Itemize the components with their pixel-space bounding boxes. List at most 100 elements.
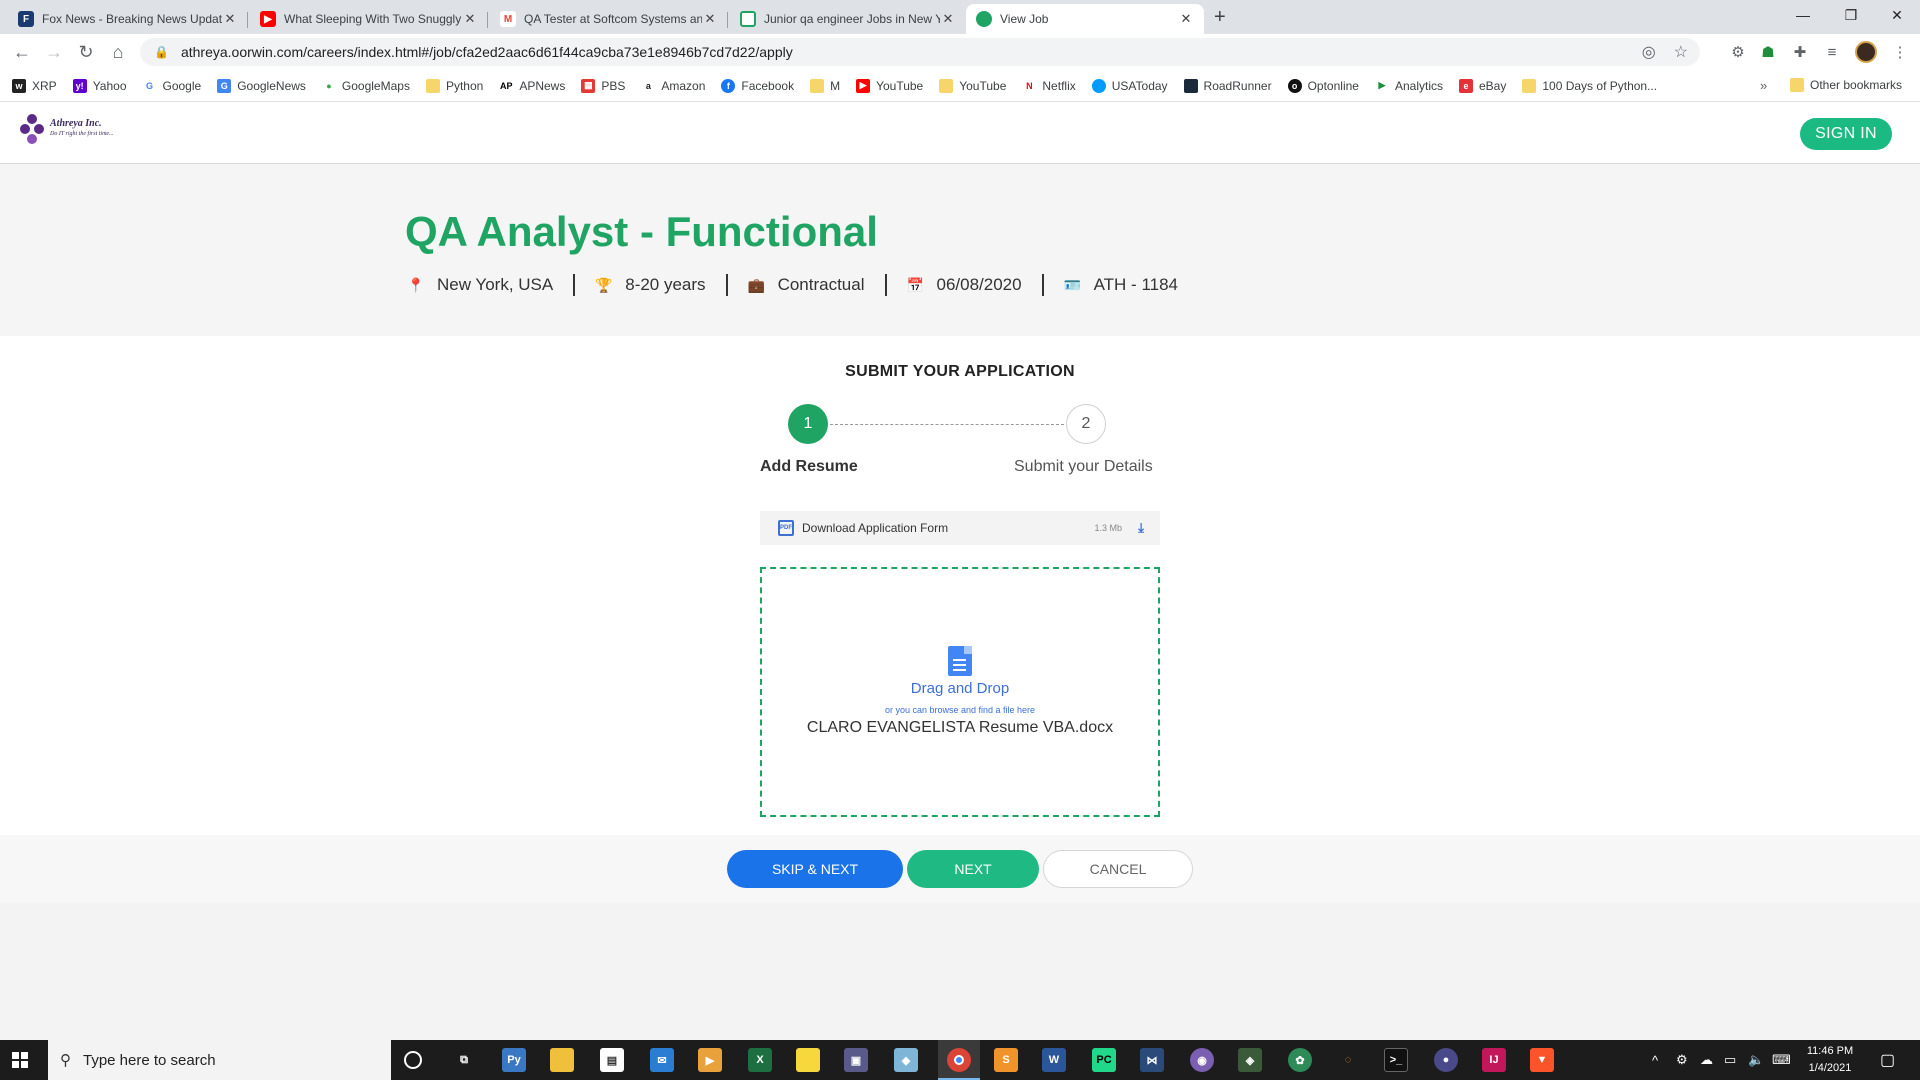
next-button[interactable]: NEXT — [907, 850, 1039, 888]
back-icon[interactable]: ← — [10, 40, 34, 64]
new-tab-button[interactable]: + — [1214, 6, 1226, 29]
bookmark-xrp[interactable]: w XRP — [12, 78, 57, 93]
terminal-icon[interactable]: >_ — [1384, 1048, 1408, 1072]
puzzle-icon[interactable]: ✚ — [1790, 42, 1810, 62]
bookmark-analytics[interactable]: ▶ Analytics — [1374, 78, 1443, 93]
network-icon[interactable]: ▭ — [1724, 1040, 1736, 1080]
app-icon[interactable]: ◉ — [1190, 1048, 1214, 1072]
bookmark-pbs[interactable]: ▦ PBS — [581, 78, 625, 93]
reload-icon[interactable]: ↻ — [74, 40, 98, 64]
bookmark-googlenews[interactable]: G GoogleNews — [217, 78, 306, 93]
jupyter-icon[interactable]: ◌ — [1336, 1048, 1360, 1072]
bookmarks-overflow-icon[interactable]: » — [1760, 78, 1767, 93]
skip-and-next-button[interactable]: SKIP & NEXT — [727, 850, 903, 888]
bookmark-google[interactable]: G Google — [142, 78, 202, 93]
excel-icon[interactable]: X — [748, 1048, 772, 1072]
notification-icon[interactable]: ▢ — [1880, 1040, 1895, 1080]
bookmark-label: YouTube — [876, 78, 924, 93]
company-logo[interactable]: Athreya Inc. Do IT right the first time.… — [18, 112, 114, 146]
app-icon[interactable]: ✿ — [1288, 1048, 1312, 1072]
bookmark-label: Google — [162, 78, 202, 93]
sticky-notes-icon[interactable] — [796, 1048, 820, 1072]
close-window-icon[interactable]: ✕ — [1874, 0, 1920, 30]
cortana-icon[interactable] — [404, 1051, 422, 1069]
profile-avatar[interactable] — [1855, 41, 1877, 63]
browser-tab[interactable]: F Fox News - Breaking News Update ✕ — [8, 4, 248, 34]
bookmark-apnews[interactable]: AP APNews — [499, 78, 565, 93]
visual-studio-icon[interactable]: ⋈ — [1140, 1048, 1164, 1072]
onedrive-icon[interactable]: ☁ — [1700, 1040, 1713, 1080]
volume-icon[interactable]: 🔈 — [1748, 1040, 1764, 1080]
media-player-icon[interactable]: ▶ — [698, 1048, 722, 1072]
download-application-form[interactable]: PDF Download Application Form 1.3 Mb ⤓ — [760, 511, 1160, 545]
media-icon[interactable]: ≡ — [1822, 42, 1842, 62]
intellij-icon[interactable]: IJ — [1482, 1048, 1506, 1072]
chrome-icon[interactable] — [947, 1048, 971, 1072]
mail-icon[interactable]: ✉ — [650, 1048, 674, 1072]
browser-tab[interactable]: ▶ What Sleeping With Two Snuggly ✕ — [250, 4, 488, 34]
word-icon[interactable]: W — [1042, 1048, 1066, 1072]
home-icon[interactable]: ⌂ — [106, 40, 130, 64]
bookmark-googlemaps[interactable]: ● GoogleMaps — [321, 78, 410, 93]
sign-in-button[interactable]: SIGN IN — [1800, 118, 1892, 150]
menu-icon[interactable]: ⋮ — [1890, 42, 1910, 62]
bookmark-usatoday[interactable]: USAToday — [1091, 78, 1168, 93]
usatoday-icon — [1091, 78, 1106, 93]
cancel-button[interactable]: CANCEL — [1043, 850, 1193, 888]
resume-dropzone[interactable]: Drag and Drop or you can browse and find… — [760, 567, 1160, 817]
taskbar-clock[interactable]: 11:46 PM 1/4/2021 — [1800, 1043, 1860, 1077]
bookmark-facebook[interactable]: f Facebook — [721, 78, 794, 93]
folder-icon — [1522, 78, 1537, 93]
bookmark-youtube-folder[interactable]: YouTube — [939, 78, 1006, 93]
close-tab-icon[interactable]: ✕ — [940, 11, 956, 27]
python-app-icon[interactable]: Py — [502, 1048, 526, 1072]
extension-icon[interactable]: ☗ — [1758, 42, 1778, 62]
bookmark-netflix[interactable]: N Netflix — [1022, 78, 1076, 93]
bookmark-m[interactable]: M — [810, 78, 840, 93]
dropzone-title[interactable]: Drag and Drop — [762, 680, 1158, 697]
store-icon[interactable]: ▤ — [600, 1048, 624, 1072]
app-icon[interactable]: ▣ — [844, 1048, 868, 1072]
app-icon[interactable]: ◆ — [894, 1048, 918, 1072]
sublime-icon[interactable]: S — [994, 1048, 1018, 1072]
bookmark-ebay[interactable]: e eBay — [1459, 78, 1506, 93]
close-tab-icon[interactable]: ✕ — [1178, 11, 1194, 27]
taskbar-search[interactable]: ⚲ Type here to search — [48, 1040, 391, 1080]
bookmark-youtube[interactable]: ▶ YouTube — [856, 78, 924, 93]
bookmark-python[interactable]: Python — [425, 78, 483, 93]
calendar-icon: 📅 — [906, 276, 924, 293]
eclipse-icon[interactable]: ● — [1434, 1048, 1458, 1072]
address-bar[interactable]: 🔒 athreya.oorwin.com/careers/index.html#… — [140, 38, 1700, 66]
app-icon[interactable]: ◈ — [1238, 1048, 1262, 1072]
bookmark-100-days-python[interactable]: 100 Days of Python... — [1522, 78, 1657, 93]
task-view-icon[interactable]: ⧉ — [452, 1048, 476, 1072]
close-tab-icon[interactable]: ✕ — [702, 11, 718, 27]
minimize-icon[interactable]: — — [1780, 0, 1826, 30]
tray-chevron-icon[interactable]: ^ — [1652, 1040, 1658, 1080]
browser-tab-active[interactable]: View Job ✕ — [966, 4, 1204, 34]
optonline-icon: o — [1287, 78, 1302, 93]
brave-icon[interactable]: ▼ — [1530, 1048, 1554, 1072]
bookmark-star-icon[interactable]: ☆ — [1674, 42, 1688, 62]
forward-icon[interactable]: → — [42, 40, 66, 64]
download-icon[interactable]: ⤓ — [1138, 520, 1144, 536]
file-explorer-icon[interactable] — [550, 1048, 574, 1072]
tray-app-icon[interactable]: ⚙ — [1676, 1040, 1688, 1080]
restore-icon[interactable]: ❐ — [1828, 0, 1874, 30]
bookmark-yahoo[interactable]: y! Yahoo — [72, 78, 127, 93]
eye-off-icon[interactable]: ◎ — [1642, 42, 1656, 62]
extension-icon[interactable]: ⚙ — [1728, 42, 1748, 62]
close-tab-icon[interactable]: ✕ — [222, 11, 238, 27]
windows-start-icon[interactable] — [12, 1052, 28, 1068]
browser-tab[interactable]: M QA Tester at Softcom Systems and ✕ — [490, 4, 728, 34]
other-bookmarks[interactable]: Other bookmarks — [1790, 78, 1902, 92]
bookmark-roadrunner[interactable]: RoadRunner — [1183, 78, 1272, 93]
bookmark-optonline[interactable]: o Optonline — [1287, 78, 1359, 93]
bookmark-amazon[interactable]: a Amazon — [641, 78, 705, 93]
browser-tab[interactable]: Junior qa engineer Jobs in New Y ✕ — [730, 4, 966, 34]
keyboard-icon[interactable]: ⌨ — [1772, 1040, 1791, 1080]
youtube-icon: ▶ — [260, 11, 276, 27]
dropzone-browse-link[interactable]: or you can browse and find a file here — [762, 705, 1158, 715]
pycharm-icon[interactable]: PC — [1092, 1048, 1116, 1072]
close-tab-icon[interactable]: ✕ — [462, 11, 478, 27]
